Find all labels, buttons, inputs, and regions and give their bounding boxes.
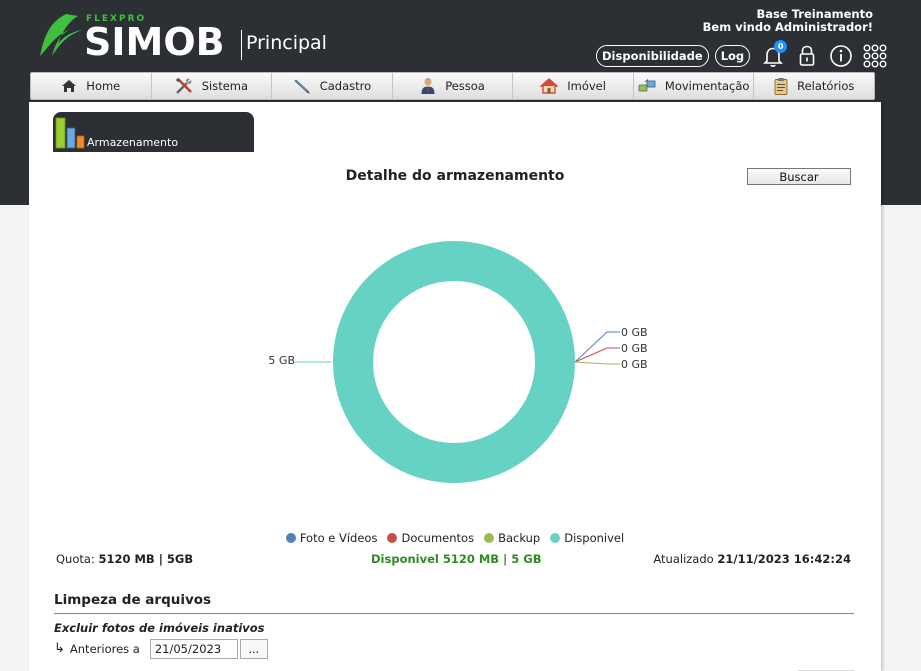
date-input[interactable] — [149, 639, 238, 659]
legend-label: Disponivel — [564, 531, 625, 545]
date-picker-button[interactable]: ... — [239, 639, 268, 659]
cleanup-divider — [54, 613, 854, 614]
legend-label: Foto e Vídeos — [299, 531, 378, 545]
label-leader-line — [574, 331, 620, 363]
legend-swatch — [484, 533, 495, 543]
updated-info: Atualizado 21/11/2023 16:42:24 — [653, 552, 851, 566]
legend-item[interactable]: Backup — [484, 531, 540, 545]
nav-item-imovel[interactable]: Imóvel — [513, 73, 634, 99]
nav-label: Imóvel — [567, 79, 606, 93]
info-icon — [830, 45, 852, 67]
brand-name: SIMOB — [84, 20, 225, 64]
main-nav: Home Sistema Cadastro Pessoa Imóvel Movi… — [30, 72, 875, 100]
notifications-button[interactable]: 0 — [759, 40, 788, 70]
nav-item-pessoa[interactable]: Pessoa — [393, 73, 514, 99]
cleanup-subtitle: Excluir fotos de imóveis inativos — [54, 621, 265, 635]
bar-chart-icon — [55, 117, 85, 149]
info-button[interactable] — [827, 42, 855, 70]
nav-item-home[interactable]: Home — [31, 73, 152, 99]
quota-label: Quota: — [56, 552, 95, 566]
house-icon — [540, 78, 559, 94]
legend-label: Backup — [498, 531, 541, 545]
nav-label: Sistema — [201, 79, 249, 93]
lock-icon — [799, 45, 815, 66]
apps-button[interactable] — [861, 42, 889, 70]
section-name: Principal — [246, 32, 327, 54]
cleanup-date-row: ↳ Anteriores a ... — [54, 638, 268, 660]
nav-label: Relatórios — [797, 79, 855, 93]
before-label: Anteriores a — [69, 642, 140, 656]
disponibilidade-button[interactable]: Disponibilidade — [596, 45, 709, 67]
updated-label: Atualizado — [653, 552, 714, 566]
legend-label: Documentos — [401, 531, 475, 545]
available-info: Disponivel 5120 MB | 5 GB — [371, 552, 542, 566]
cleanup-title: Limpeza de arquivos — [54, 592, 212, 608]
next-option-row — [54, 665, 854, 671]
apps-grid-icon — [863, 44, 887, 68]
legend-item[interactable]: Documentos — [387, 531, 474, 545]
updated-value: 21/11/2023 16:42:24 — [717, 552, 851, 566]
storage-donut-chart: 0 GB 0 GB 0 GB 5 GB — [268, 241, 648, 483]
nav-item-cadastro[interactable]: Cadastro — [272, 73, 393, 99]
module-tab-armazenamento[interactable]: Armazenamento — [53, 112, 254, 152]
main-content: Armazenamento Detalhe do armazenamento B… — [29, 102, 881, 671]
app-logo[interactable]: FLEXPRO SIMOB Principal — [36, 12, 336, 64]
legend-item[interactable]: Foto e Vídeos — [285, 531, 378, 545]
label-leader-line — [574, 361, 620, 365]
module-label: Armazenamento — [87, 136, 179, 149]
buscar-button[interactable]: Buscar — [747, 168, 851, 185]
nav-item-movimentacao[interactable]: Movimentação — [634, 73, 755, 99]
nav-label: Movimentação — [664, 79, 750, 93]
top-actions: Disponibilidade Log 0 — [596, 40, 892, 70]
brand-divider — [241, 30, 242, 60]
tools-icon — [175, 77, 192, 94]
nav-item-sistema[interactable]: Sistema — [152, 73, 273, 99]
pen-icon — [294, 79, 310, 94]
nav-label: Home — [86, 79, 121, 93]
donut-slice[interactable] — [333, 241, 575, 483]
data-label: 5 GB — [268, 354, 295, 367]
legend-swatch — [550, 533, 561, 543]
nav-item-relatorios[interactable]: Relatórios — [754, 73, 874, 99]
transfer-icon — [638, 79, 656, 92]
person-icon — [421, 78, 435, 94]
nav-label: Pessoa — [445, 79, 485, 93]
home-icon — [62, 80, 77, 92]
quota-value: 5120 MB | 5GB — [98, 552, 194, 566]
welcome-text: Bem vindo Administrador! — [702, 20, 873, 34]
data-label: 0 GB — [621, 326, 648, 339]
data-label: 0 GB — [621, 358, 648, 371]
nav-label: Cadastro — [319, 79, 372, 93]
clipboard-icon — [774, 78, 788, 95]
chart-legend: Foto e Vídeos Documentos Backup Disponivel — [29, 531, 881, 545]
quota-info: Quota: 5120 MB | 5GB — [56, 552, 193, 566]
welcome-block: Base Treinamento Bem vindo Administrador… — [703, 8, 873, 34]
legend-swatch — [387, 533, 398, 543]
log-button[interactable]: Log — [714, 45, 751, 67]
legend-item[interactable]: Disponivel — [550, 531, 624, 545]
return-arrow-icon: ↳ — [54, 641, 65, 656]
logo-swoosh-icon — [40, 14, 82, 56]
legend-swatch — [285, 533, 296, 543]
lock-button[interactable] — [793, 42, 821, 70]
data-label: 0 GB — [621, 342, 648, 355]
